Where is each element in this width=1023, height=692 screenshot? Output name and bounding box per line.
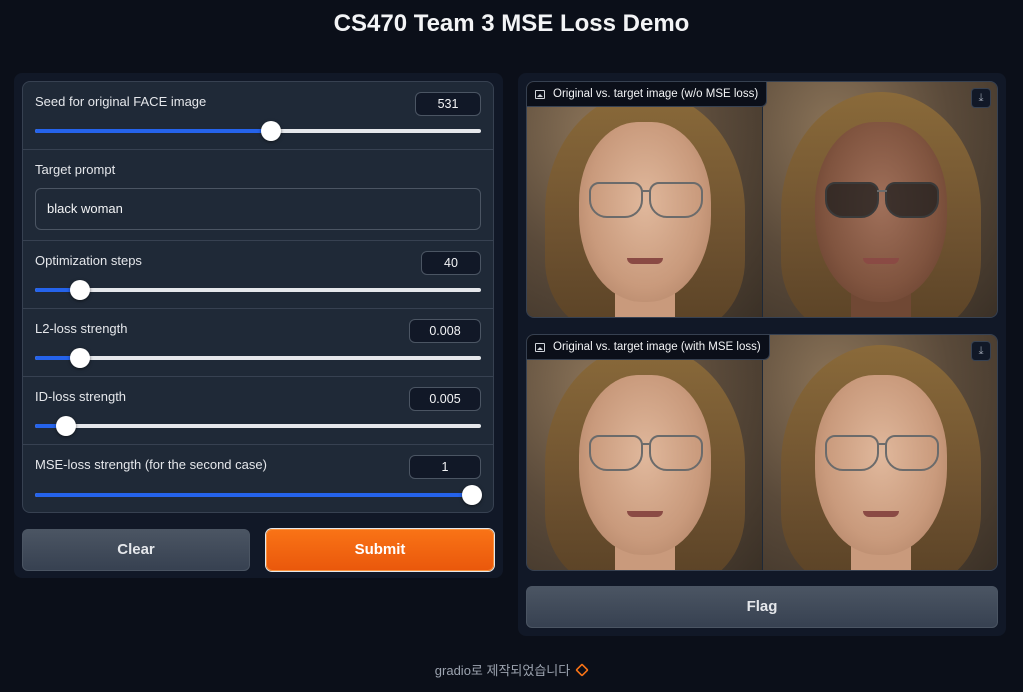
mse-number-input[interactable]: 1 xyxy=(409,455,481,479)
target-face-image xyxy=(763,335,997,570)
seed-number-input[interactable]: 531 xyxy=(415,92,481,116)
id-label: ID-loss strength xyxy=(35,389,127,404)
steps-number-input[interactable]: 40 xyxy=(421,251,481,275)
original-face-image xyxy=(527,82,762,317)
l2-label: L2-loss strength xyxy=(35,321,128,336)
steps-slider[interactable] xyxy=(35,280,481,300)
output-label-text: Original vs. target image (w/o MSE loss) xyxy=(553,88,759,100)
l2-slider[interactable] xyxy=(35,348,481,368)
seed-slider-thumb[interactable] xyxy=(261,121,282,141)
image-icon xyxy=(535,343,545,352)
submit-button[interactable]: Submit xyxy=(266,529,494,571)
id-control: ID-loss strength 0.005 xyxy=(23,377,493,445)
download-icon[interactable]: ⤓ xyxy=(971,88,991,108)
l2-number-input[interactable]: 0.008 xyxy=(409,319,481,343)
image-icon xyxy=(535,90,545,99)
output-image-without-mse: Original vs. target image (w/o MSE loss)… xyxy=(526,81,998,318)
seed-control: Seed for original FACE image 531 xyxy=(23,82,493,150)
gradio-logo-icon xyxy=(575,663,590,677)
seed-label: Seed for original FACE image xyxy=(35,94,207,109)
output-image-with-mse: Original vs. target image (with MSE loss… xyxy=(526,334,998,571)
page-title: CS470 Team 3 MSE Loss Demo xyxy=(333,10,690,37)
id-slider-thumb[interactable] xyxy=(56,416,77,436)
output-label-text: Original vs. target image (with MSE loss… xyxy=(553,341,761,353)
footer-text[interactable]: gradio로 제작되었습니다 xyxy=(435,663,570,678)
output-label-with-mse: Original vs. target image (with MSE loss… xyxy=(527,335,770,360)
steps-slider-thumb[interactable] xyxy=(69,280,90,300)
mse-slider-fill xyxy=(35,493,473,497)
clear-button[interactable]: Clear xyxy=(22,529,250,571)
prompt-control: Target prompt black woman xyxy=(23,150,493,241)
mse-control: MSE-loss strength (for the second case) … xyxy=(23,445,493,512)
mse-slider[interactable] xyxy=(35,485,483,505)
steps-control: Optimization steps 40 xyxy=(23,241,493,309)
footer: gradio로 제작되었습니다 xyxy=(0,660,1023,679)
mse-slider-thumb[interactable] xyxy=(462,485,483,505)
seed-slider-fill xyxy=(35,129,272,133)
target-face-image xyxy=(763,82,997,317)
l2-slider-thumb[interactable] xyxy=(69,348,90,368)
seed-slider[interactable] xyxy=(35,121,481,141)
download-icon[interactable]: ⤓ xyxy=(971,341,991,361)
input-panel: Seed for original FACE image 531 Target … xyxy=(14,73,503,578)
app-root: CS470 Team 3 MSE Loss Demo Seed for orig… xyxy=(0,0,1023,692)
flag-button[interactable]: Flag xyxy=(526,586,998,628)
l2-control: L2-loss strength 0.008 xyxy=(23,309,493,377)
prompt-label: Target prompt xyxy=(35,162,116,177)
mse-label: MSE-loss strength (for the second case) xyxy=(35,457,267,472)
id-number-input[interactable]: 0.005 xyxy=(409,387,481,411)
original-face-image xyxy=(527,335,762,570)
output-label-without-mse: Original vs. target image (w/o MSE loss) xyxy=(527,82,768,107)
output-panel: Original vs. target image (w/o MSE loss)… xyxy=(518,73,1006,636)
controls-block: Seed for original FACE image 531 Target … xyxy=(22,81,494,513)
steps-label: Optimization steps xyxy=(35,253,142,268)
prompt-input[interactable]: black woman xyxy=(35,188,481,230)
id-slider[interactable] xyxy=(35,416,481,436)
